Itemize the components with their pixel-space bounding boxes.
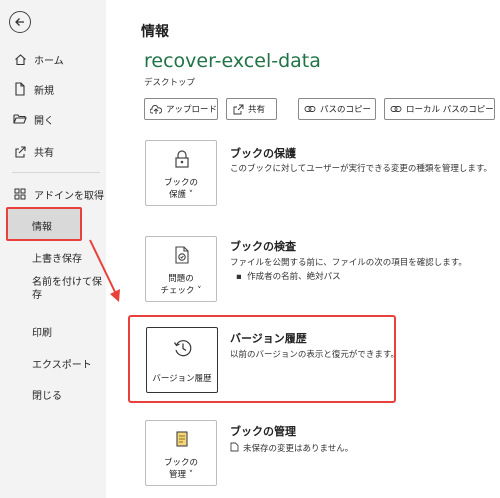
manage-label-1: ブックの <box>163 458 198 468</box>
sidebar-item-info[interactable]: 情報 <box>6 207 82 241</box>
sidebar-item-new[interactable]: 新規 <box>6 75 54 103</box>
share-icon <box>232 103 244 115</box>
protect-title: ブックの保護 <box>230 147 296 160</box>
manage-label-2: 管理 ˅ <box>169 470 193 480</box>
back-arrow-icon <box>15 18 24 26</box>
document-icon <box>230 442 239 452</box>
manage-description: 未保存の変更はありません。 <box>230 442 353 454</box>
addins-grid-icon <box>12 186 28 202</box>
inspect-bullet-text: 作成者の名前、絶対パス <box>247 272 341 282</box>
copy-path-label: パスのコピー <box>320 105 372 115</box>
copy-path-button[interactable]: パスのコピー <box>298 98 376 120</box>
sidebar-item-addins[interactable]: アドインを取得 <box>6 180 104 208</box>
file-name: recover-excel-data <box>144 50 321 72</box>
sidebar-item-share[interactable]: 共有 <box>6 137 54 165</box>
annotation-arrow <box>89 239 120 302</box>
home-icon <box>12 51 28 67</box>
sidebar-item-export[interactable]: エクスポート <box>6 349 92 377</box>
history-clock-icon <box>172 337 194 359</box>
copy-local-path-button[interactable]: ローカル パスのコピー <box>384 98 495 120</box>
manage-title: ブックの管理 <box>230 425 296 438</box>
manage-description-text: 未保存の変更はありません。 <box>243 444 354 454</box>
lock-icon <box>172 149 192 169</box>
share-button[interactable]: 共有 <box>226 98 277 120</box>
new-document-icon <box>12 81 28 97</box>
sidebar-item-label: 共有 <box>34 147 54 159</box>
sidebar-item-save[interactable]: 上書き保存 <box>6 243 82 271</box>
sidebar-item-label: エクスポート <box>32 359 92 371</box>
sidebar-item-open[interactable]: 開く <box>6 105 54 133</box>
protect-description: このブックに対してユーザーが実行できる変更の種類を管理します。 <box>230 164 493 174</box>
sidebar-item-close[interactable]: 閉じる <box>6 380 62 408</box>
manage-workbook-button[interactable]: ブックの管理 ˅ <box>145 420 217 486</box>
check-label-1: 問題の <box>168 274 194 284</box>
protect-label-2: 保護 ˅ <box>169 190 193 200</box>
inspect-document-icon <box>172 245 192 265</box>
version-description: 以前のバージョンの表示と復元ができます。 <box>230 350 399 360</box>
sidebar-item-label: ホーム <box>34 55 64 67</box>
version-history-button-label: バージョン履歴 <box>152 374 212 384</box>
back-button[interactable] <box>9 11 31 33</box>
upload-label: アップロード <box>166 105 218 115</box>
protect-label-1: ブックの <box>163 178 198 188</box>
upload-icon <box>150 103 162 115</box>
sidebar-item-label: 開く <box>34 115 54 127</box>
share-label: 共有 <box>248 105 266 115</box>
share-icon <box>12 143 28 159</box>
file-location: デスクトップ <box>144 78 196 88</box>
check-issues-button[interactable]: 問題のチェック ˅ <box>145 236 217 302</box>
link-icon <box>304 103 316 115</box>
version-title: バージョン履歴 <box>230 332 307 345</box>
sidebar-item-label: 印刷 <box>32 327 52 339</box>
sidebar-item-label: アドインを取得 <box>34 190 104 202</box>
inspect-bullet: ▪ 作成者の名前、絶対パス <box>236 272 341 282</box>
folder-open-icon <box>12 111 28 127</box>
manage-workbook-icon <box>172 429 192 449</box>
inspect-description: ファイルを公開する前に、ファイルの次の項目を確認します。 <box>230 258 467 268</box>
sidebar-item-label: 新規 <box>34 85 54 97</box>
sidebar-item-label: 情報 <box>32 222 52 233</box>
inspect-title: ブックの検査 <box>230 240 296 253</box>
check-label-2: チェック ˅ <box>160 286 202 296</box>
page-title: 情報 <box>141 24 169 40</box>
sidebar-item-label: 上書き保存 <box>32 253 82 265</box>
sidebar-item-home[interactable]: ホーム <box>6 45 64 73</box>
link-icon <box>390 103 402 115</box>
version-history-button[interactable]: バージョン履歴 <box>146 327 218 393</box>
copy-local-path-label: ローカル パスのコピー <box>406 105 494 115</box>
protect-workbook-button[interactable]: ブックの保護 ˅ <box>145 140 217 206</box>
sidebar-item-print[interactable]: 印刷 <box>6 317 52 345</box>
sidebar-divider <box>12 172 100 173</box>
sidebar-item-label: 閉じる <box>32 390 62 402</box>
upload-button[interactable]: アップロード <box>144 98 218 120</box>
